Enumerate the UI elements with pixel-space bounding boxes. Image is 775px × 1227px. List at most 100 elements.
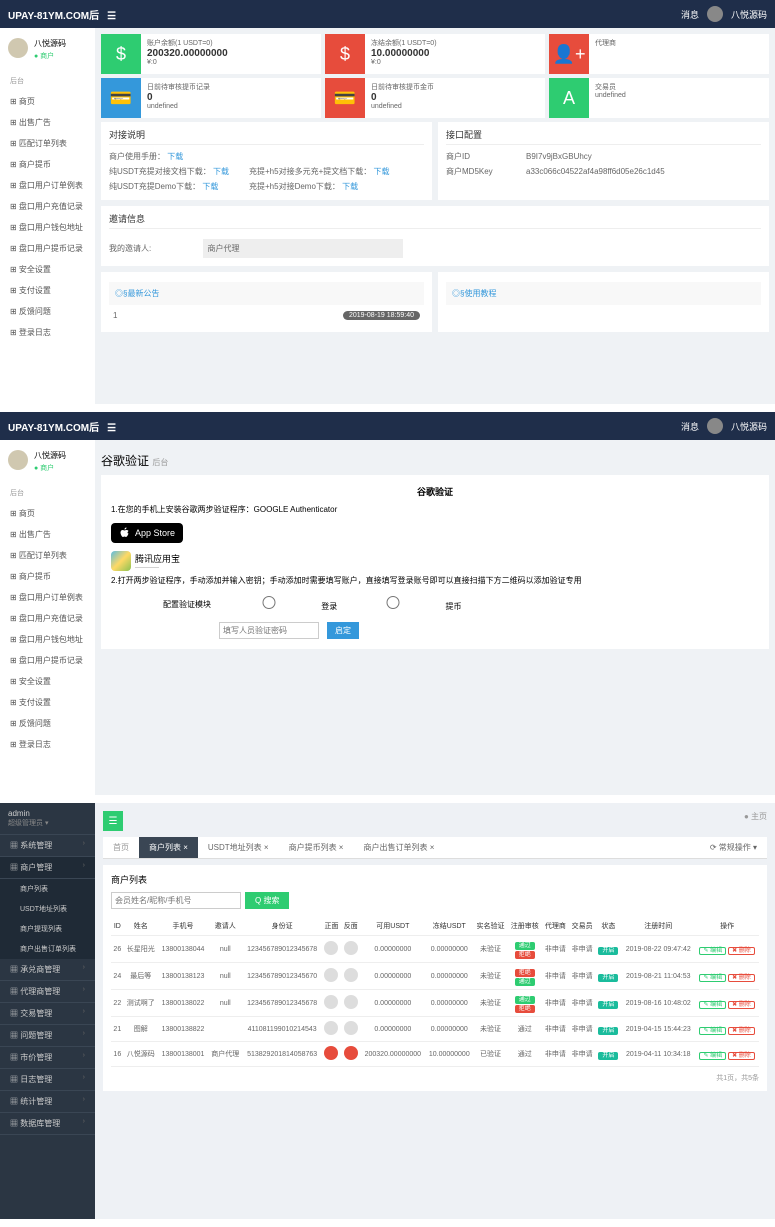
tencent-icon	[111, 551, 131, 571]
verify-input[interactable]	[219, 622, 319, 639]
menu-item[interactable]: ⊞ 盘口用户充值记录	[0, 196, 95, 217]
admin-menu-item[interactable]: ▦ 日志管理›	[0, 1069, 95, 1091]
stat-card[interactable]: $账户余额(1 USDT=0)200320.00000000¥:0	[101, 34, 321, 74]
menu-item[interactable]: ⊞ 盘口用户钱包地址	[0, 629, 95, 650]
admin-submenu-item[interactable]: 商户列表	[0, 879, 95, 899]
card-title: 商户列表	[111, 873, 759, 886]
edit-button[interactable]: ✎ 编辑	[699, 974, 726, 982]
admin-role[interactable]: 超级管理员 ▾	[8, 818, 87, 828]
menu-item[interactable]: ⊞ 匹配订单列表	[0, 133, 95, 154]
table-row: 22测试啊了13800138022null1234567890123456780…	[111, 990, 759, 1017]
admin-menu-item[interactable]: ▦ 市价管理›	[0, 1047, 95, 1069]
stat-card[interactable]: 💳日前待审核提币记录0undefined	[101, 78, 321, 118]
face-back-icon[interactable]	[344, 1021, 358, 1035]
menu-item[interactable]: ⊞ 盘口用户充值记录	[0, 608, 95, 629]
menu-toggle-button[interactable]: ☰	[103, 811, 123, 831]
tutorial-panel: ◎§使用教程	[438, 272, 769, 332]
avatar[interactable]	[707, 6, 723, 22]
menu-item[interactable]: ⊞ 盘口用户提币记录	[0, 650, 95, 671]
menu-item[interactable]: ⊞ 商户提币	[0, 154, 95, 175]
menu-item[interactable]: ⊞ 商页	[0, 91, 95, 112]
appstore-button[interactable]: App Store	[111, 523, 183, 543]
admin-menu-item[interactable]: ▦ 代理商管理›	[0, 981, 95, 1003]
menu-item[interactable]: ⊞ 出售广告	[0, 524, 95, 545]
face-back-icon[interactable]	[344, 941, 358, 955]
menu-item[interactable]: ⊞ 商页	[0, 503, 95, 524]
admin-menu-item[interactable]: ▦ 交易管理›	[0, 1003, 95, 1025]
edit-button[interactable]: ✎ 编辑	[699, 1052, 726, 1060]
tab[interactable]: 商户出售订单列表 ×	[353, 837, 444, 858]
menu-item[interactable]: ⊞ 商户提币	[0, 566, 95, 587]
docs-panel: 对接说明 商户使用手册： 下载纯USDT充提对接文档下载： 下载充提+h5对接多…	[101, 122, 432, 200]
msg-link[interactable]: 消息	[681, 8, 699, 21]
admin-menu-item[interactable]: ▦ 商户管理›	[0, 857, 95, 879]
download-link[interactable]: 下载	[342, 182, 358, 191]
menu-item[interactable]: ⊞ 反馈问题	[0, 713, 95, 734]
face-back-icon[interactable]	[344, 1046, 358, 1060]
admin-menu-item[interactable]: ▦ 问题管理›	[0, 1025, 95, 1047]
admin-submenu-item[interactable]: USDT地址列表	[0, 899, 95, 919]
user-name[interactable]: 八悦源码	[731, 8, 767, 21]
menu-item[interactable]: ⊞ 盘口用户钱包地址	[0, 217, 95, 238]
menu-item[interactable]: ⊞ 出售广告	[0, 112, 95, 133]
edit-button[interactable]: ✎ 编辑	[699, 947, 726, 955]
menu-item[interactable]: ⊞ 匹配订单列表	[0, 545, 95, 566]
admin-submenu-item[interactable]: 商户提现列表	[0, 919, 95, 939]
menu-item[interactable]: ⊞ 登录日志	[0, 734, 95, 755]
menu-item[interactable]: ⊞ 安全设置	[0, 671, 95, 692]
stat-card[interactable]: A交易员undefined	[549, 78, 769, 118]
search-button[interactable]: Q 搜索	[245, 892, 289, 909]
face-front-icon[interactable]	[324, 1021, 338, 1035]
edit-button[interactable]: ✎ 编辑	[699, 1001, 726, 1009]
brand: UPAY-81YM.COM后	[8, 11, 99, 22]
avatar[interactable]	[707, 418, 723, 434]
menu-item[interactable]: ⊞ 盘口用户订单例表	[0, 175, 95, 196]
admin-menu-item[interactable]: ▦ 统计管理›	[0, 1091, 95, 1113]
face-front-icon[interactable]	[324, 995, 338, 1009]
menu-item[interactable]: ⊞ 支付设置	[0, 280, 95, 301]
menu-item[interactable]: ⊞ 盘口用户提币记录	[0, 238, 95, 259]
tab[interactable]: 商户提币列表 ×	[279, 837, 354, 858]
delete-button[interactable]: ✖ 删除	[728, 1052, 755, 1060]
admin-menu-item[interactable]: ▦ 承兑商管理›	[0, 959, 95, 981]
hamburger-icon[interactable]: ☰	[107, 423, 116, 434]
admin-submenu-item[interactable]: 商户出售订单列表	[0, 939, 95, 959]
delete-button[interactable]: ✖ 删除	[728, 974, 755, 982]
radio-withdraw[interactable]: 提币	[343, 596, 461, 612]
tab-ops[interactable]: ⟳ 常规操作 ▾	[700, 837, 767, 858]
download-link[interactable]: 下载	[213, 167, 229, 176]
sidebar: 八悦源码 ● 商户 后台⊞ 商页⊞ 出售广告⊞ 匹配订单列表⊞ 商户提币⊞ 盘口…	[0, 28, 95, 404]
face-front-icon[interactable]	[324, 941, 338, 955]
face-front-icon[interactable]	[324, 1046, 338, 1060]
search-input[interactable]	[111, 892, 241, 909]
download-link[interactable]: 下载	[373, 167, 389, 176]
download-link[interactable]: 下载	[167, 152, 183, 161]
menu-item[interactable]: ⊞ 支付设置	[0, 692, 95, 713]
delete-button[interactable]: ✖ 删除	[728, 1001, 755, 1009]
table-row: 26长星阳光13800138044null1234567890123456780…	[111, 936, 759, 963]
delete-button[interactable]: ✖ 删除	[728, 947, 755, 955]
main-content: $账户余额(1 USDT=0)200320.00000000¥:0$冻结余额(1…	[95, 28, 775, 404]
delete-button[interactable]: ✖ 删除	[728, 1027, 755, 1035]
tab[interactable]: USDT地址列表 ×	[198, 837, 279, 858]
face-front-icon[interactable]	[324, 968, 338, 982]
stat-card[interactable]: 👤+代理商	[549, 34, 769, 74]
tab[interactable]: 商户列表 ×	[139, 837, 198, 858]
menu-item[interactable]: ⊞ 盘口用户订单例表	[0, 587, 95, 608]
admin-menu-item[interactable]: ▦ 数据库管理›	[0, 1113, 95, 1135]
face-back-icon[interactable]	[344, 995, 358, 1009]
stat-card[interactable]: 💳日前待审核提币金币0undefined	[325, 78, 545, 118]
radio-login[interactable]: 登录	[219, 596, 337, 612]
hamburger-icon[interactable]: ☰	[107, 11, 116, 22]
download-link[interactable]: 下载	[202, 182, 218, 191]
face-back-icon[interactable]	[344, 968, 358, 982]
tab[interactable]: 首页	[103, 837, 139, 858]
tencent-button[interactable]: 腾讯应用宝————	[111, 551, 759, 571]
edit-button[interactable]: ✎ 编辑	[699, 1027, 726, 1035]
menu-item[interactable]: ⊞ 反馈问题	[0, 301, 95, 322]
submit-button[interactable]: 启定	[327, 622, 359, 639]
menu-item[interactable]: ⊞ 登录日志	[0, 322, 95, 343]
admin-menu-item[interactable]: ▦ 系统管理›	[0, 835, 95, 857]
stat-card[interactable]: $冻结余额(1 USDT=0)10.00000000¥:0	[325, 34, 545, 74]
menu-item[interactable]: ⊞ 安全设置	[0, 259, 95, 280]
